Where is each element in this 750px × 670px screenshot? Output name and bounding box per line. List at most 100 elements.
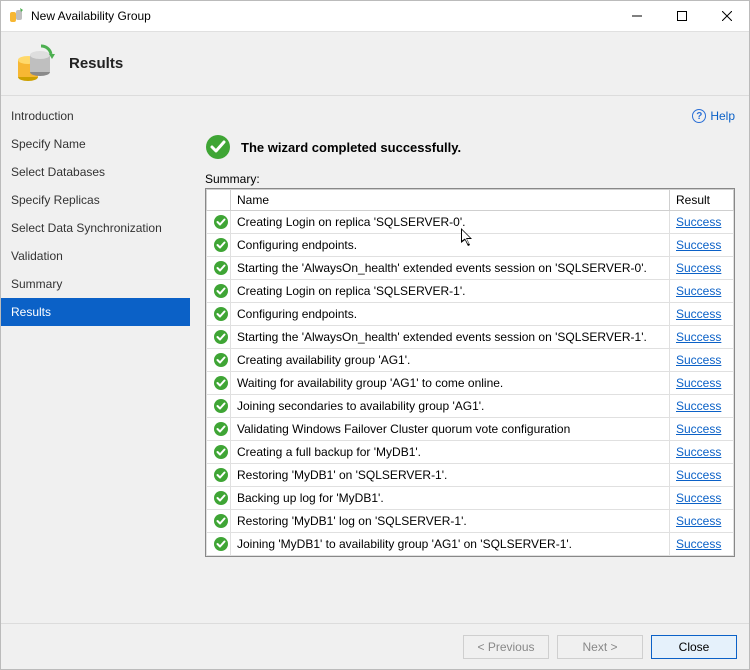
page-title: Results: [69, 55, 123, 72]
row-result: Success: [670, 211, 734, 234]
row-status-icon: [207, 464, 231, 487]
window-title: New Availability Group: [31, 9, 614, 23]
close-button[interactable]: [704, 2, 749, 30]
row-status-icon: [207, 533, 231, 556]
table-row[interactable]: Creating a full backup for 'MyDB1'. Succe…: [207, 441, 734, 464]
result-link[interactable]: Success: [676, 215, 721, 229]
row-status-icon: [207, 395, 231, 418]
sidebar-item-specify-replicas[interactable]: Specify Replicas: [1, 186, 190, 214]
previous-button: < Previous: [463, 635, 549, 659]
row-result: Success: [670, 441, 734, 464]
help-link[interactable]: ? Help: [692, 109, 735, 123]
footer-bar: < Previous Next > Close: [1, 623, 749, 669]
status-row: The wizard completed successfully.: [205, 134, 735, 160]
row-status-icon: [207, 372, 231, 395]
content-pane: ? Help The wizard completed successfully…: [191, 96, 749, 623]
row-status-icon: [207, 280, 231, 303]
col-result[interactable]: Result: [670, 190, 734, 211]
window-controls: [614, 2, 749, 30]
row-result: Success: [670, 464, 734, 487]
row-result: Success: [670, 372, 734, 395]
row-name: Configuring endpoints.: [231, 234, 670, 257]
table-row[interactable]: Configuring endpoints. Success: [207, 303, 734, 326]
table-row[interactable]: Backing up log for 'MyDB1'. Success: [207, 487, 734, 510]
row-status-icon: [207, 257, 231, 280]
row-result: Success: [670, 395, 734, 418]
table-row[interactable]: Restoring 'MyDB1' on 'SQLSERVER-1'. Succe…: [207, 464, 734, 487]
col-icon[interactable]: [207, 190, 231, 211]
result-link[interactable]: Success: [676, 537, 721, 551]
table-row[interactable]: Starting the 'AlwaysOn_health' extended …: [207, 326, 734, 349]
row-result: Success: [670, 234, 734, 257]
sidebar-item-specify-name[interactable]: Specify Name: [1, 130, 190, 158]
row-status-icon: [207, 418, 231, 441]
row-name: Configuring endpoints.: [231, 303, 670, 326]
row-status-icon: [207, 211, 231, 234]
col-name[interactable]: Name: [231, 190, 670, 211]
table-row[interactable]: Joining secondaries to availability grou…: [207, 395, 734, 418]
main-area: IntroductionSpecify NameSelect Databases…: [1, 96, 749, 623]
result-link[interactable]: Success: [676, 445, 721, 459]
table-row[interactable]: Restoring 'MyDB1' log on 'SQLSERVER-1'. S…: [207, 510, 734, 533]
result-link[interactable]: Success: [676, 261, 721, 275]
table-row[interactable]: Creating Login on replica 'SQLSERVER-1'.…: [207, 280, 734, 303]
result-link[interactable]: Success: [676, 422, 721, 436]
result-link[interactable]: Success: [676, 468, 721, 482]
result-link[interactable]: Success: [676, 399, 721, 413]
table-row[interactable]: Starting the 'AlwaysOn_health' extended …: [207, 257, 734, 280]
wizard-sidebar: IntroductionSpecify NameSelect Databases…: [1, 96, 191, 623]
table-row[interactable]: Creating availability group 'AG1'. Succes…: [207, 349, 734, 372]
result-link[interactable]: Success: [676, 376, 721, 390]
maximize-button[interactable]: [659, 2, 704, 30]
app-icon: [9, 8, 25, 24]
row-name: Validating Windows Failover Cluster quor…: [231, 418, 670, 441]
row-name: Restoring 'MyDB1' log on 'SQLSERVER-1'.: [231, 510, 670, 533]
row-result: Success: [670, 510, 734, 533]
row-name: Creating a full backup for 'MyDB1'.: [231, 441, 670, 464]
result-link[interactable]: Success: [676, 284, 721, 298]
row-name: Creating Login on replica 'SQLSERVER-0'.: [231, 211, 670, 234]
result-link[interactable]: Success: [676, 491, 721, 505]
status-message: The wizard completed successfully.: [241, 140, 461, 155]
result-link[interactable]: Success: [676, 353, 721, 367]
sidebar-item-introduction[interactable]: Introduction: [1, 102, 190, 130]
wizard-icon: [15, 44, 55, 84]
help-icon: ?: [692, 109, 706, 123]
result-link[interactable]: Success: [676, 330, 721, 344]
row-result: Success: [670, 487, 734, 510]
sidebar-item-results[interactable]: Results: [1, 298, 190, 326]
sidebar-item-summary[interactable]: Summary: [1, 270, 190, 298]
table-row[interactable]: Creating Login on replica 'SQLSERVER-0'.…: [207, 211, 734, 234]
row-result: Success: [670, 280, 734, 303]
row-result: Success: [670, 303, 734, 326]
summary-label: Summary:: [205, 172, 735, 186]
result-link[interactable]: Success: [676, 238, 721, 252]
row-name: Restoring 'MyDB1' on 'SQLSERVER-1'.: [231, 464, 670, 487]
table-row[interactable]: Validating Windows Failover Cluster quor…: [207, 418, 734, 441]
results-table: Name Result Creating Login on replica 'S…: [206, 189, 734, 556]
sidebar-item-validation[interactable]: Validation: [1, 242, 190, 270]
row-name: Creating Login on replica 'SQLSERVER-1'.: [231, 280, 670, 303]
row-result: Success: [670, 326, 734, 349]
sidebar-item-select-databases[interactable]: Select Databases: [1, 158, 190, 186]
minimize-button[interactable]: [614, 2, 659, 30]
close-wizard-button[interactable]: Close: [651, 635, 737, 659]
row-status-icon: [207, 487, 231, 510]
sidebar-item-select-data-synchronization[interactable]: Select Data Synchronization: [1, 214, 190, 242]
row-status-icon: [207, 234, 231, 257]
row-name: Starting the 'AlwaysOn_health' extended …: [231, 326, 670, 349]
next-button: Next >: [557, 635, 643, 659]
table-row[interactable]: Configuring endpoints. Success: [207, 234, 734, 257]
result-link[interactable]: Success: [676, 307, 721, 321]
result-link[interactable]: Success: [676, 514, 721, 528]
table-row[interactable]: Joining 'MyDB1' to availability group 'A…: [207, 533, 734, 556]
row-name: Creating availability group 'AG1'.: [231, 349, 670, 372]
table-row[interactable]: Waiting for availability group 'AG1' to …: [207, 372, 734, 395]
header-band: Results: [1, 31, 749, 96]
row-status-icon: [207, 326, 231, 349]
title-bar: New Availability Group: [1, 1, 749, 31]
row-name: Backing up log for 'MyDB1'.: [231, 487, 670, 510]
row-result: Success: [670, 418, 734, 441]
row-status-icon: [207, 349, 231, 372]
row-result: Success: [670, 349, 734, 372]
